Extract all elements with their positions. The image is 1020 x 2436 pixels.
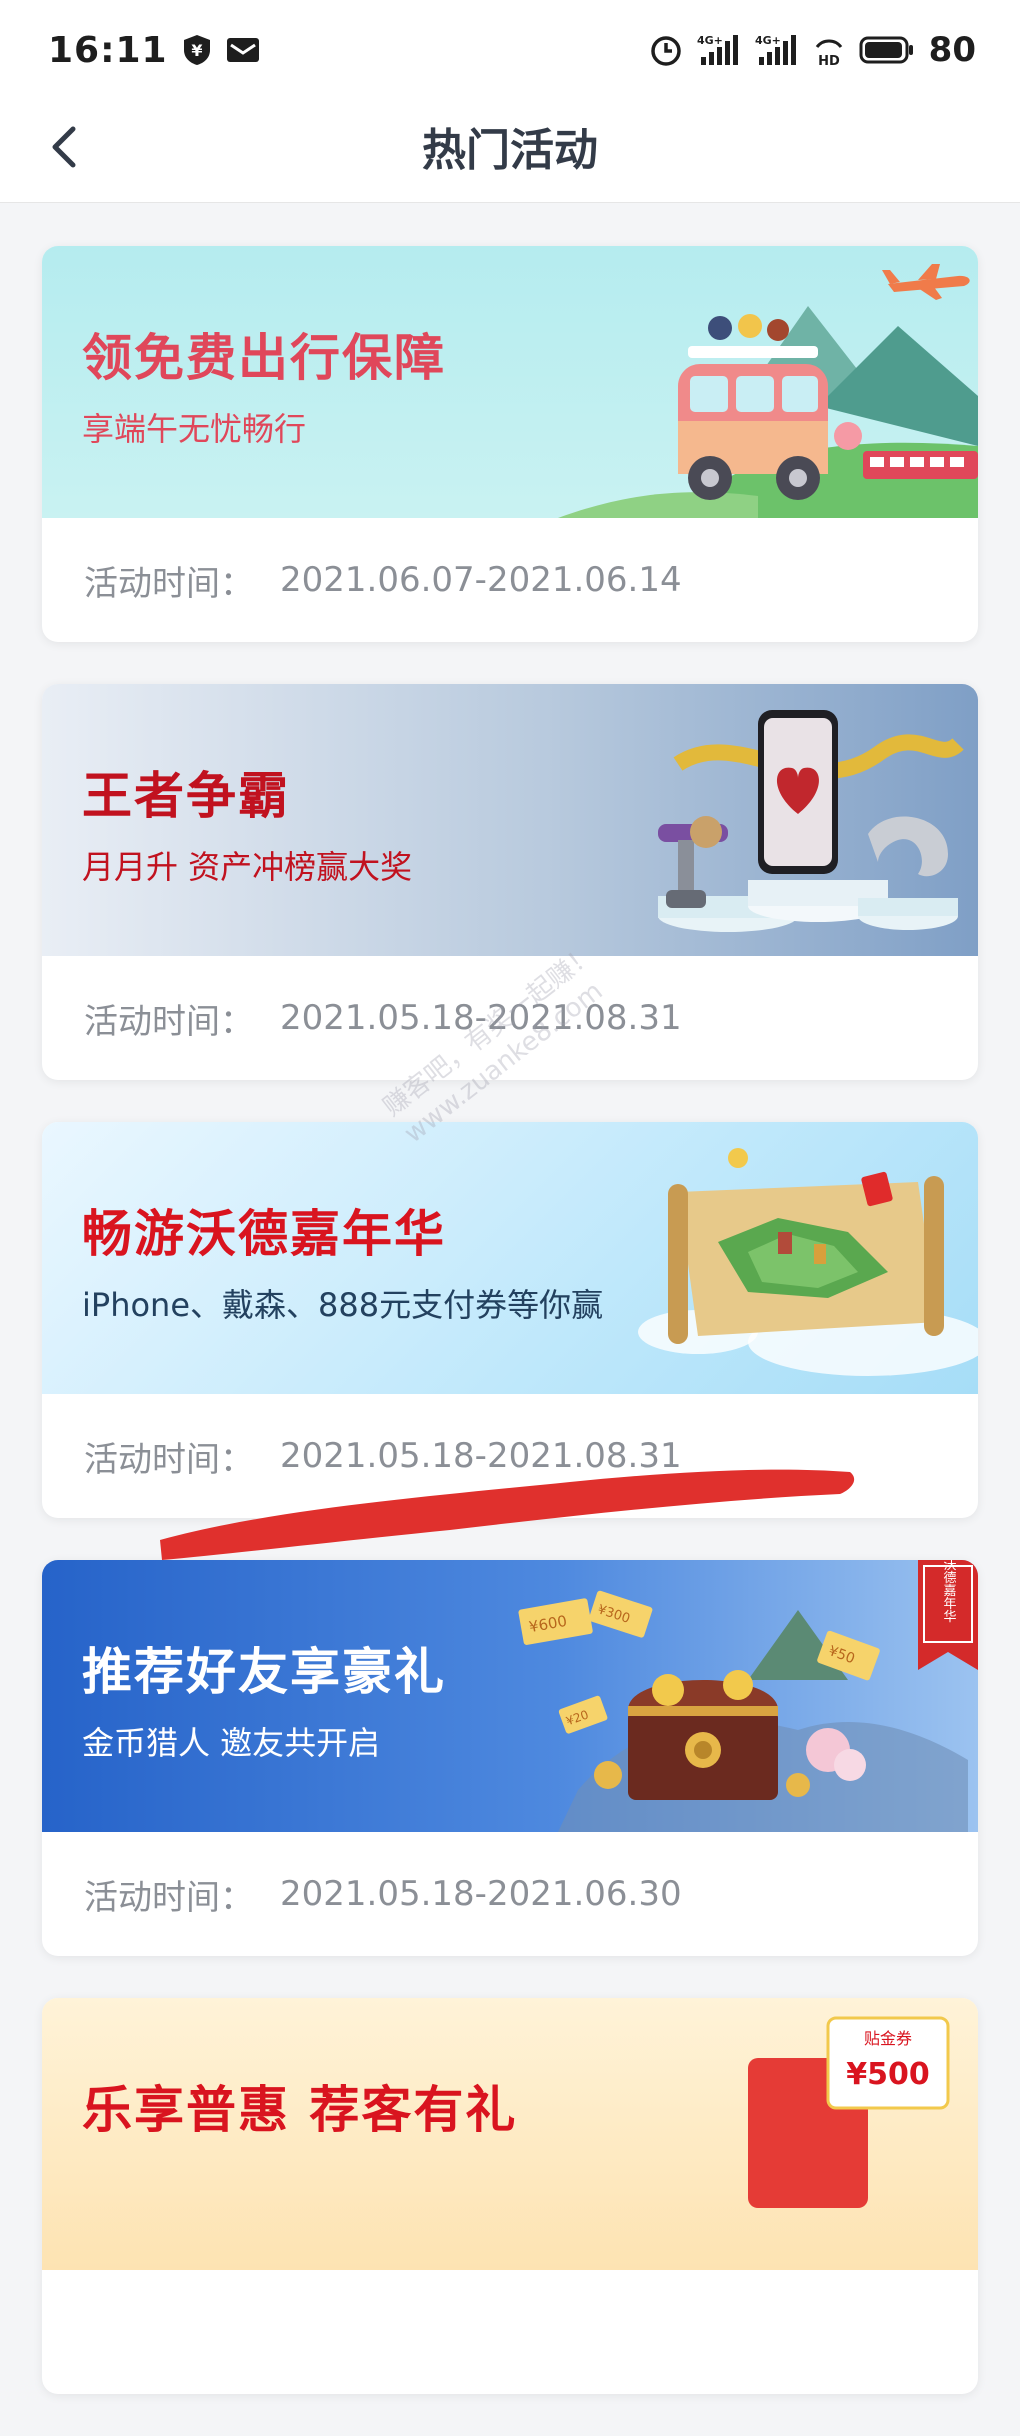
activity-subtitle: iPhone、戴森、888元支付券等你赢: [82, 1286, 604, 1324]
status-right: 4G+ 4G+ HD 80: [649, 30, 976, 70]
activity-time-label: 活动时间：: [84, 1439, 254, 1480]
status-bar: 16:11 ¥ 4G+ 4G+ HD 80: [0, 0, 1020, 100]
activity-banner: 领免费出行保障 享端午无忧畅行: [42, 246, 978, 518]
activity-title: 推荐好友享豪礼: [82, 1643, 446, 1701]
activity-time: 活动时间： 2021.05.18-2021.08.31: [42, 1394, 978, 1518]
activity-time: 活动时间： 2021.06.07-2021.06.14: [42, 518, 978, 642]
activity-time-value: 2021.05.18-2021.08.31: [280, 998, 682, 1038]
badge-text: 沃德嘉年华: [941, 1560, 957, 1623]
activity-card-travel-protection[interactable]: 领免费出行保障 享端午无忧畅行 活动时间： 2021.06.07-2021.06…: [42, 246, 978, 642]
activity-title: 王者争霸: [82, 767, 290, 825]
activity-time-value: 2021.06.07-2021.06.14: [280, 560, 682, 600]
activity-card-referral-rewards[interactable]: 乐享普惠 荐客有礼 贴金券 ¥500: [42, 1998, 978, 2394]
svg-text:¥: ¥: [191, 41, 202, 60]
activity-banner: 畅游沃德嘉年华 iPhone、戴森、888元支付券等你赢: [42, 1122, 978, 1394]
activity-subtitle: 金币猎人 邀友共开启: [82, 1724, 381, 1762]
activity-time-label: 活动时间：: [84, 1877, 254, 1918]
activity-card-carnival[interactable]: 畅游沃德嘉年华 iPhone、戴森、888元支付券等你赢 活动时间： 2021.…: [42, 1122, 978, 1518]
coupon-value: ¥500: [846, 2057, 930, 2092]
treasure-map-illustration: [638, 1148, 978, 1376]
signal-4g-icon: 4G+: [697, 33, 741, 67]
activity-card-king-contest[interactable]: 王者争霸 月月升 资产冲榜赢大奖 活动时间： 2021.05.18-2021.0…: [42, 684, 978, 1080]
prize-products-illustration: [658, 710, 964, 932]
activity-time-label: 活动时间：: [84, 563, 254, 604]
nav-bar: 热门活动: [0, 100, 1020, 203]
activity-subtitle: 享端午无忧畅行: [82, 410, 307, 448]
coupon-label: 贴金券: [864, 2029, 912, 2048]
activity-title: 畅游沃德嘉年华: [82, 1205, 446, 1263]
battery-icon: [859, 36, 915, 64]
status-time: 16:11: [48, 29, 168, 71]
status-left: 16:11 ¥: [48, 30, 260, 71]
activity-title: 领免费出行保障: [82, 329, 446, 387]
signal-4g-icon: 4G+: [755, 33, 799, 67]
activity-time-label: 活动时间：: [84, 1001, 254, 1042]
activity-time-value: 2021.05.18-2021.06.30: [280, 1874, 682, 1914]
activity-banner: 王者争霸 月月升 资产冲榜赢大奖: [42, 684, 978, 956]
activity-time: 活动时间： 2021.05.18-2021.08.31: [42, 956, 978, 1080]
activity-title: 乐享普惠 荐客有礼: [82, 2081, 518, 2139]
activity-banner: 乐享普惠 荐客有礼 贴金券 ¥500: [42, 1998, 978, 2270]
mail-icon: [226, 37, 260, 63]
activity-subtitle: 月月升 资产冲榜赢大奖: [82, 848, 413, 886]
svg-text:4G+: 4G+: [697, 34, 723, 47]
activity-card-refer-friend[interactable]: 推荐好友享豪礼 金币猎人 邀友共开启 ¥600 ¥300 ¥50 ¥20 沃德嘉…: [42, 1560, 978, 1956]
red-envelope-illustration: 贴金券 ¥500: [748, 2016, 950, 2208]
yuan-shield-icon: ¥: [182, 34, 212, 66]
svg-text:HD: HD: [818, 54, 840, 67]
svg-text:4G+: 4G+: [755, 34, 781, 47]
battery-level: 80: [928, 30, 976, 70]
treasure-chest-illustration: ¥600 ¥300 ¥50 ¥20 沃德嘉年华: [518, 1560, 978, 1832]
camper-van-illustration: [558, 264, 978, 518]
page-title: 热门活动: [422, 125, 598, 176]
alarm-icon: [649, 33, 683, 67]
activity-banner: 推荐好友享豪礼 金币猎人 邀友共开启 ¥600 ¥300 ¥50 ¥20 沃德嘉…: [42, 1560, 978, 1832]
hd-icon: HD: [813, 33, 845, 67]
activity-time: 活动时间： 2021.05.18-2021.06.30: [42, 1832, 978, 1956]
activity-time-value: 2021.05.18-2021.08.31: [280, 1436, 682, 1476]
